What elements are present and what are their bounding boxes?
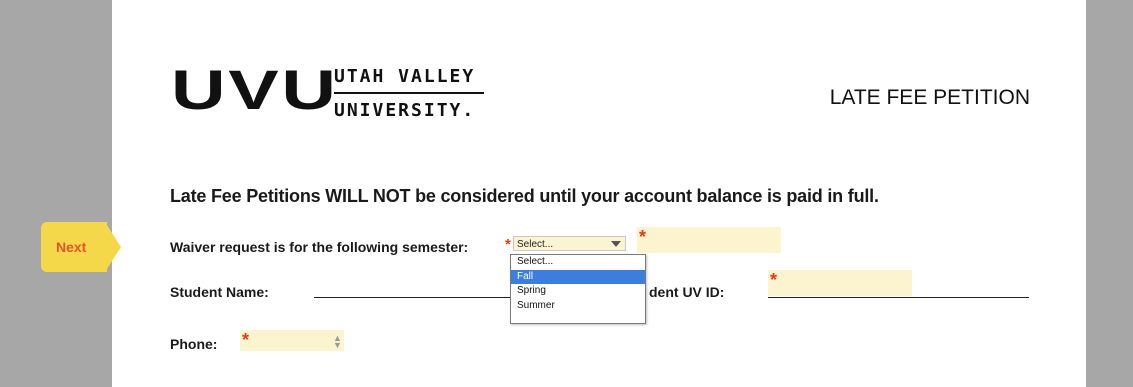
semester-required-icon: * — [505, 236, 511, 253]
uvu-logo-mark: UVU — [171, 58, 339, 121]
phone-spinner-icon[interactable]: ▲ ▼ — [333, 334, 342, 350]
left-gutter — [0, 0, 112, 387]
next-arrow-icon — [105, 222, 121, 272]
logo-text-university: UNIVERSITY. — [334, 100, 476, 121]
next-label: Next — [56, 239, 87, 255]
page-title: LATE FEE PETITION — [829, 86, 1030, 109]
phone-input[interactable] — [240, 330, 344, 351]
semester-select-value: Select... — [517, 239, 554, 250]
semester-option-fall[interactable]: Fall — [511, 269, 645, 284]
next-field-button[interactable]: Next — [41, 222, 121, 272]
student-id-input[interactable] — [768, 270, 912, 296]
semester-option-spring[interactable]: Spring — [511, 284, 645, 299]
semester-extra-required-icon: * — [639, 227, 647, 247]
logo-divider — [334, 92, 484, 94]
student-name-input[interactable] — [314, 297, 510, 298]
semester-select[interactable]: Select... — [513, 236, 626, 251]
phone-label: Phone: — [170, 336, 218, 352]
logo-text-utah-valley: UTAH VALLEY — [334, 66, 476, 87]
student-id-required-icon: * — [770, 270, 778, 290]
right-gutter — [1086, 0, 1133, 387]
semester-option-summer[interactable]: Summer — [511, 299, 645, 314]
semester-dropdown-list: Select... Fall Spring Summer — [510, 254, 646, 324]
phone-required-icon: * — [242, 330, 250, 350]
semester-option-select[interactable]: Select... — [511, 255, 645, 270]
student-id-label: dent UV ID: — [649, 284, 725, 300]
semester-label: Waiver request is for the following seme… — [170, 239, 469, 255]
chevron-down-icon — [611, 241, 621, 247]
semester-extra-field[interactable] — [637, 227, 781, 253]
student-id-underline — [768, 297, 1029, 298]
balance-notice: Late Fee Petitions WILL NOT be considere… — [170, 186, 879, 206]
student-name-label: Student Name: — [170, 284, 269, 300]
